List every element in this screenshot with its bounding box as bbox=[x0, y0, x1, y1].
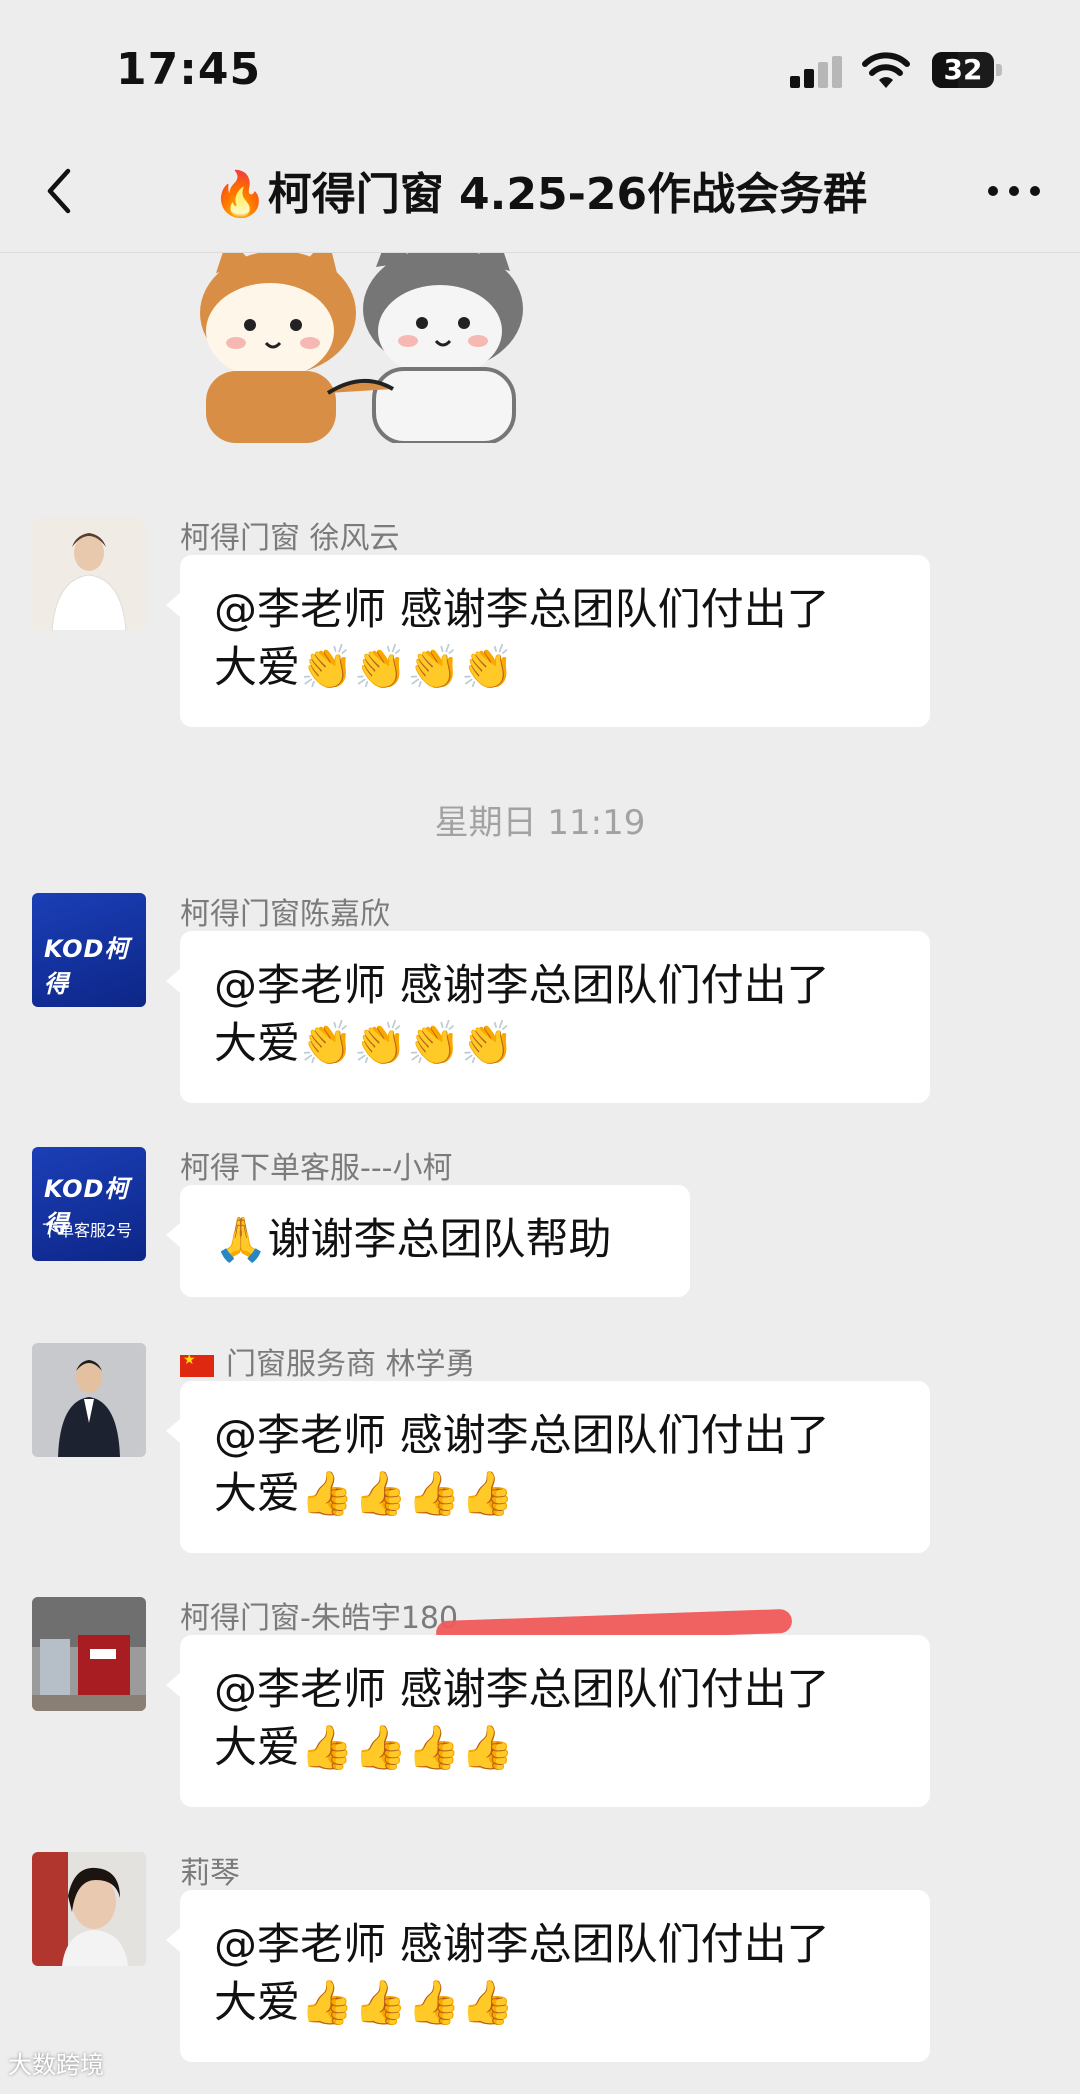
avatar[interactable] bbox=[32, 517, 146, 631]
status-time: 17:45 bbox=[116, 44, 262, 95]
message-text-line: @李老师 感谢李总团队们付出了 bbox=[214, 961, 830, 1011]
back-arrow-icon[interactable] bbox=[40, 166, 80, 216]
message-text-line: @李老师 感谢李总团队们付出了 bbox=[214, 585, 830, 635]
chat-header: 🔥柯得门窗 4.25-26作战会务群 bbox=[0, 130, 1080, 253]
message-text-line: 大爱👍👍👍👍 bbox=[214, 1723, 515, 1773]
more-options-icon[interactable] bbox=[984, 170, 1044, 210]
status-bar: 17:45 32 bbox=[0, 0, 1080, 130]
message-text-line: 大爱👍👍👍👍 bbox=[214, 1978, 515, 2028]
message-item: KOD柯得 柯得门窗陈嘉欣 @李老师 感谢李总团队们付出了 大爱👏👏👏👏 bbox=[0, 893, 1080, 1103]
sender-name-text: 门窗服务商 林学勇 bbox=[226, 1347, 476, 1382]
battery-icon: 32 bbox=[932, 52, 1004, 88]
avatar-service-text: 下单客服2号 bbox=[42, 1221, 133, 1240]
sender-name: 柯得下单客服---小柯 bbox=[180, 1151, 453, 1186]
message-bubble[interactable]: @李老师 感谢李总团队们付出了 大爱👍👍👍👍 bbox=[166, 1890, 930, 2062]
message-item: 门窗服务商 林学勇 @李老师 感谢李总团队们付出了 大爱👍👍👍👍 bbox=[0, 1343, 1080, 1553]
message-text-line: 大爱👍👍👍👍 bbox=[214, 1469, 515, 1519]
sender-name: 柯得门窗陈嘉欣 bbox=[180, 897, 390, 932]
cat-hug-sticker-image[interactable] bbox=[178, 253, 558, 443]
timestamp: 星期日 11:19 bbox=[434, 803, 646, 843]
wifi-icon bbox=[862, 52, 910, 88]
message-text-line: @李老师 感谢李总团队们付出了 bbox=[214, 1665, 830, 1715]
message-bubble[interactable]: @李老师 感谢李总团队们付出了 大爱👏👏👏👏 bbox=[166, 555, 930, 727]
message-text-line: 大爱👏👏👏👏 bbox=[214, 1019, 515, 1069]
watermark: 大数跨境 bbox=[8, 2051, 104, 2079]
message-bubble[interactable]: @李老师 感谢李总团队们付出了 大爱👍👍👍👍 bbox=[166, 1381, 930, 1553]
china-flag-icon bbox=[180, 1352, 214, 1377]
message-item: 柯得门窗 徐风云 @李老师 感谢李总团队们付出了 大爱👏👏👏👏 bbox=[0, 517, 1080, 727]
avatar[interactable] bbox=[32, 1597, 146, 1711]
message-bubble[interactable]: @李老师 感谢李总团队们付出了 大爱👍👍👍👍 bbox=[166, 1635, 930, 1807]
avatar[interactable]: KOD柯得 下单客服2号 bbox=[32, 1147, 146, 1261]
sender-name: 柯得门窗-朱皓宇180 bbox=[180, 1601, 459, 1636]
battery-level: 32 bbox=[943, 53, 983, 86]
message-text-line: 🙏谢谢李总团队帮助 bbox=[214, 1215, 612, 1265]
chat-title: 🔥柯得门窗 4.25-26作战会务群 bbox=[212, 169, 868, 220]
message-bubble[interactable]: @李老师 感谢李总团队们付出了 大爱👏👏👏👏 bbox=[166, 931, 930, 1103]
sender-name: 莉琴 bbox=[180, 1856, 240, 1891]
avatar[interactable]: KOD柯得 bbox=[32, 893, 146, 1007]
avatar[interactable] bbox=[32, 1343, 146, 1457]
message-bubble[interactable]: 🙏谢谢李总团队帮助 bbox=[166, 1185, 690, 1297]
message-text-line: @李老师 感谢李总团队们付出了 bbox=[214, 1411, 830, 1461]
sender-name: 柯得门窗 徐风云 bbox=[180, 521, 400, 556]
message-text-line: @李老师 感谢李总团队们付出了 bbox=[214, 1920, 830, 1970]
sender-name: 门窗服务商 林学勇 bbox=[180, 1339, 476, 1383]
message-list[interactable]: 柯得门窗 徐风云 @李老师 感谢李总团队们付出了 大爱👏👏👏👏 星期日 11:1… bbox=[0, 253, 1080, 2094]
avatar-logo-text: KOD柯得 bbox=[44, 935, 130, 998]
signal-icon bbox=[790, 56, 842, 88]
message-text-line: 大爱👏👏👏👏 bbox=[214, 643, 515, 693]
message-item: 柯得门窗-朱皓宇180 @李老师 感谢李总团队们付出了 大爱👍👍👍👍 bbox=[0, 1597, 1080, 1807]
avatar[interactable] bbox=[32, 1852, 146, 1966]
message-item: KOD柯得 下单客服2号 柯得下单客服---小柯 🙏谢谢李总团队帮助 bbox=[0, 1147, 1080, 1297]
message-item: 莉琴 @李老师 感谢李总团队们付出了 大爱👍👍👍👍 bbox=[0, 1852, 1080, 2062]
